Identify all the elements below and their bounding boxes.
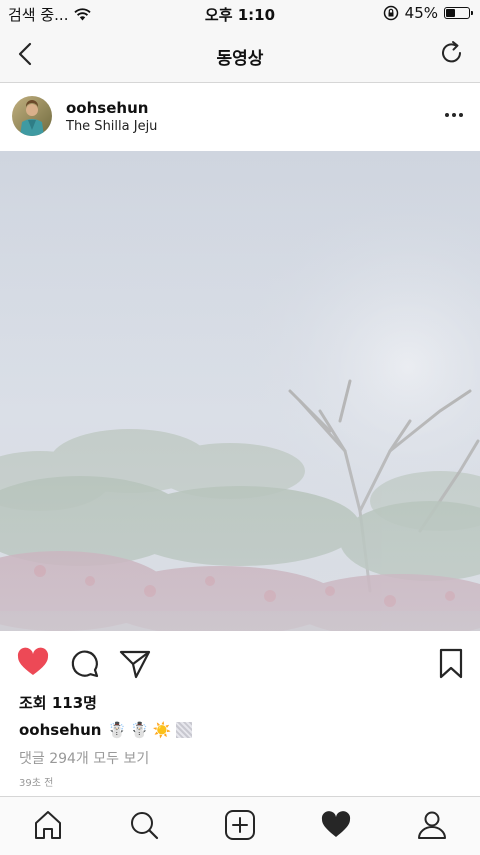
caption-username[interactable]: oohsehun [19, 721, 101, 739]
home-icon[interactable] [32, 809, 64, 841]
battery-level-fill [446, 9, 455, 17]
post-location[interactable]: The Shilla Jeju [66, 119, 157, 134]
page-title: 동영상 [216, 49, 264, 69]
video-frame [0, 151, 480, 631]
search-icon[interactable] [128, 809, 160, 841]
post-timestamp: 39초 전 [19, 778, 54, 789]
more-options-icon[interactable] [444, 111, 464, 119]
heart-icon[interactable] [16, 646, 50, 680]
caption-emoji-obscured [175, 722, 192, 738]
nav-bar: 동영상 [0, 28, 480, 83]
caption: oohsehun ☃️ ☃️ ☀️ [19, 721, 192, 739]
comment-icon[interactable] [68, 646, 102, 680]
profile-icon[interactable] [416, 809, 448, 841]
caption-emoji-sun: ☀️ [152, 721, 172, 739]
refresh-icon[interactable] [438, 39, 466, 67]
share-icon[interactable] [118, 646, 152, 680]
bookmark-icon[interactable] [434, 646, 468, 680]
status-right: 45% [383, 4, 473, 22]
battery-percent: 45% [404, 4, 438, 22]
activity-heart-icon[interactable] [320, 809, 352, 841]
rotation-lock-icon [383, 5, 398, 21]
avatar-image [12, 96, 52, 136]
caption-emoji-snowman-1: ☃️ [107, 721, 127, 739]
tab-bar [0, 796, 480, 855]
post-header: oohsehun The Shilla Jeju [0, 83, 480, 151]
post-actions [0, 640, 480, 684]
add-post-icon[interactable] [224, 809, 256, 841]
view-all-comments-link[interactable]: 댓글 294개 모두 보기 [19, 748, 149, 768]
view-count: 조회 113명 [19, 694, 97, 712]
post-username[interactable]: oohsehun [66, 99, 148, 117]
avatar[interactable] [12, 96, 52, 136]
battery-icon [444, 7, 473, 19]
post-video[interactable] [0, 151, 480, 631]
caption-emoji-snowman-2: ☃️ [130, 721, 149, 739]
status-bar: 검색 중... 오후 1:10 45% [0, 0, 480, 28]
